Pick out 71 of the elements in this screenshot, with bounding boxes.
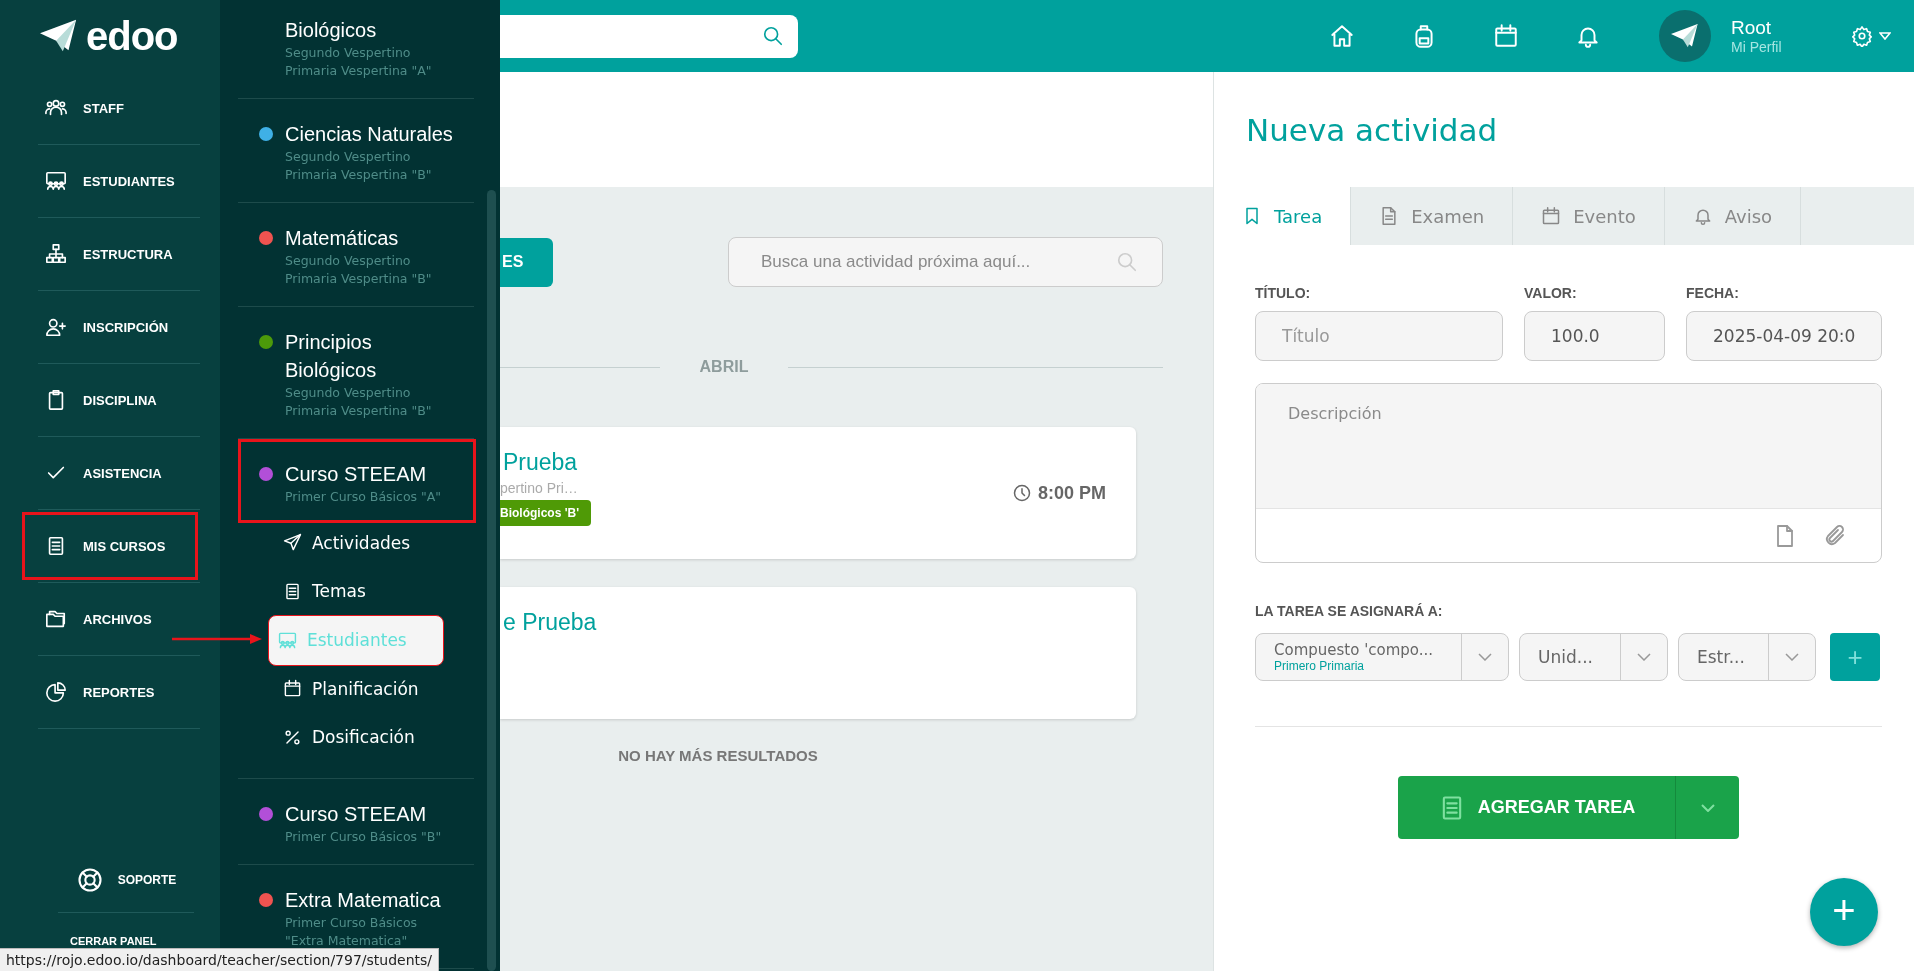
course-item[interactable]: Principios Biológicos Segundo Vespertino Primaria Vespertina "B" — [238, 307, 476, 422]
close-panel-link[interactable]: CERRAR PANEL — [70, 935, 157, 947]
chevron-icon — [1478, 653, 1492, 661]
dropdown[interactable]: Compuesto 'compo... Primero Primaria — [1255, 633, 1509, 681]
nav-item[interactable]: DISCIPLINA — [22, 366, 198, 434]
nav-item[interactable]: STAFF — [22, 74, 198, 142]
activity-subtitle: pertino Pri… — [500, 480, 578, 496]
activity-time: 8:00 PM — [1037, 482, 1106, 504]
menu-icon — [283, 581, 302, 601]
search-icon — [762, 25, 784, 47]
nav-item[interactable]: ASISTENCIA — [22, 439, 198, 507]
caret-icon — [1879, 32, 1891, 40]
nav-item[interactable]: ESTRUCTURA — [22, 220, 198, 288]
nav-icon — [45, 608, 67, 630]
month-heading: ABRIL — [698, 358, 750, 376]
avatar[interactable] — [1659, 10, 1711, 62]
course-menu-item[interactable]: Planificación — [238, 664, 474, 713]
search-icon — [1116, 251, 1138, 273]
course-item[interactable]: Ciencias Naturales Segundo Vespertino Primaria Vespertina "B" — [238, 99, 476, 186]
dropdown[interactable]: Unid... — [1519, 633, 1668, 681]
chevron-icon — [1700, 803, 1715, 812]
nav-item[interactable]: INSCRIPCIÓN — [22, 293, 198, 361]
menu-icon — [278, 630, 297, 650]
lifebuoy-icon — [75, 866, 104, 894]
clock-icon — [1011, 483, 1032, 503]
user-name: Root — [1731, 17, 1773, 39]
input-field[interactable]: 100.0 — [1524, 311, 1665, 361]
chevron-icon — [1637, 653, 1651, 661]
course-tag: Biológicos 'B' — [500, 500, 592, 526]
course-item[interactable]: Curso STEEAM Primer Curso Básicos "B" — [238, 778, 476, 848]
nav-item[interactable]: ARCHIVOS — [22, 585, 198, 653]
nav-item[interactable]: MIS CURSOS — [22, 512, 198, 580]
course-menu-item[interactable]: Dosificación — [238, 713, 474, 762]
field-label: TÍTULO: — [1255, 285, 1312, 301]
field-label: VALOR: — [1524, 285, 1578, 301]
course-item[interactable]: Biológicos Segundo Vespertino Primaria Vespertina "A" — [238, 0, 476, 82]
chevron-icon — [1785, 653, 1799, 661]
support-link[interactable]: SOPORTE — [58, 848, 194, 913]
assign-label: LA TAREA SE ASIGNARÁ A: — [1255, 603, 1444, 619]
tab-icon — [1541, 206, 1562, 226]
course-menu-item[interactable]: Temas — [238, 567, 474, 616]
nav-item[interactable]: ESTUDIANTES — [22, 147, 198, 215]
nav-icon — [45, 316, 67, 338]
activity-title: e Prueba — [502, 609, 597, 636]
scrollbar[interactable] — [487, 190, 496, 971]
course-item[interactable]: Matemáticas Segundo Vespertino Primaria Vespertina "B" — [238, 203, 476, 290]
nav-icon — [45, 681, 67, 703]
nav-icon — [45, 243, 67, 265]
dropdown[interactable]: Estr... — [1678, 633, 1816, 681]
logo-text: edoo — [86, 13, 178, 59]
input-field[interactable]: Título — [1255, 311, 1503, 361]
nav-item[interactable]: REPORTES — [22, 658, 198, 726]
paper-plane-icon — [1671, 23, 1699, 49]
paperclip-icon[interactable] — [1823, 523, 1847, 548]
course-item[interactable]: Curso STEEAM Primer Curso Básicos "A" — [238, 439, 476, 523]
settings-menu[interactable] — [1851, 25, 1891, 47]
status-url: https://rojo.edoo.io/dashboard/teacher/section/797/students/ — [0, 948, 440, 971]
input-field[interactable]: 2025-04-09 20:0 — [1686, 311, 1882, 361]
end-note: NO HAY MÁS RESULTADOS — [617, 747, 819, 764]
field-label: FECHA: — [1686, 285, 1740, 301]
search-field[interactable] — [500, 14, 798, 58]
nav-icon — [45, 170, 67, 192]
paper-plane-icon — [40, 19, 78, 53]
home-icon[interactable] — [1329, 23, 1355, 49]
menu-icon — [283, 533, 302, 553]
activity-title: Prueba — [502, 449, 578, 476]
settings-icon — [1851, 25, 1873, 47]
form-title: Nueva actividad — [1246, 111, 1498, 148]
calendar-icon[interactable] — [1493, 23, 1519, 49]
activity-card[interactable]: Prueba pertino Pri… Biológicos 'B' 8:00 PM — [500, 427, 1136, 559]
menu-icon — [283, 679, 302, 699]
